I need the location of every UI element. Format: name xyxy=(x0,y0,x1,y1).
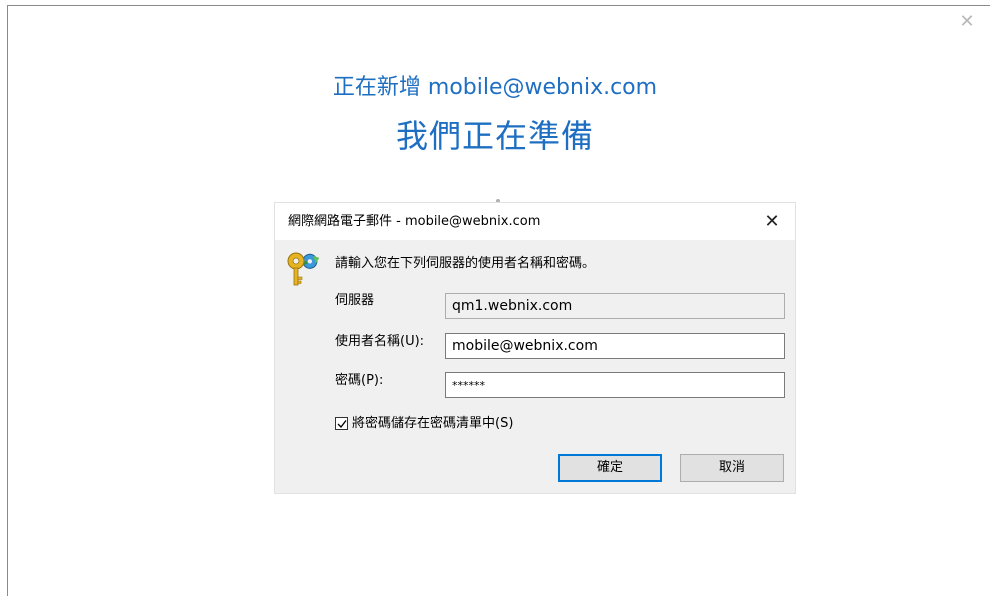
ok-button[interactable]: 確定 xyxy=(558,454,662,482)
login-dialog: 網際網路電子郵件 - mobile@webnix.com ✕ 請輸入您在下列伺服… xyxy=(275,203,795,493)
save-password-checkbox[interactable] xyxy=(335,417,348,430)
username-label: 使用者名稱(U): xyxy=(335,334,425,349)
server-label: 伺服器 xyxy=(335,293,375,308)
adding-account-text: 正在新增 mobile@webnix.com xyxy=(332,75,658,100)
instruction-text: 請輸入您在下列伺服器的使用者名稱和密碼。 xyxy=(335,256,596,271)
username-field[interactable] xyxy=(445,333,785,359)
key-icon xyxy=(287,252,320,286)
checkmark-icon xyxy=(337,420,347,429)
save-password-label[interactable]: 將密碼儲存在密碼清單中(S) xyxy=(352,415,513,433)
preparing-heading: 我們正在準備 xyxy=(395,117,594,155)
cancel-button[interactable]: 取消 xyxy=(680,454,784,482)
password-label: 密碼(P): xyxy=(335,373,384,388)
close-icon[interactable]: ✕ xyxy=(957,12,977,32)
dialog-title: 網際網路電子郵件 - mobile@webnix.com xyxy=(288,214,541,229)
server-field xyxy=(445,293,785,319)
password-field[interactable] xyxy=(445,372,785,398)
dialog-titlebar: 網際網路電子郵件 - mobile@webnix.com ✕ xyxy=(275,203,795,240)
close-icon[interactable]: ✕ xyxy=(759,209,785,235)
